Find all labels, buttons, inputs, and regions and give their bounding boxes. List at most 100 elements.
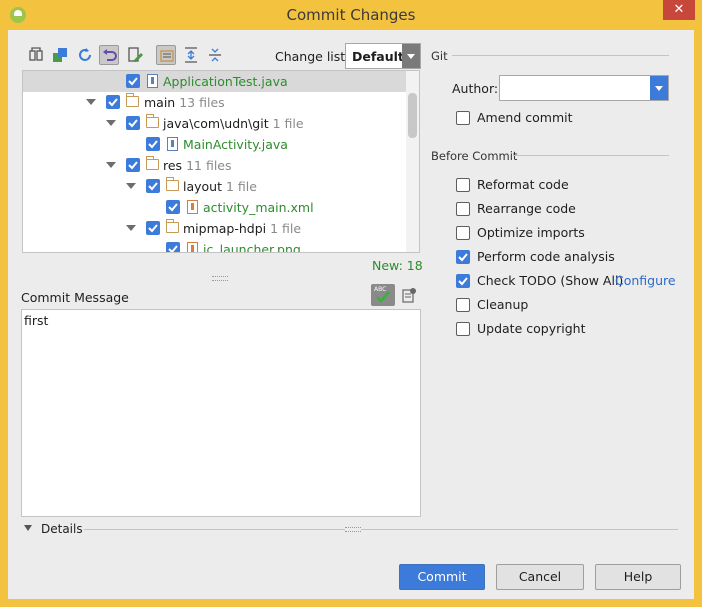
tree-row[interactable]: layout 1 file xyxy=(23,176,407,197)
tree-row[interactable]: mipmap-hdpi 1 file xyxy=(23,218,407,239)
option-label: Optimize imports xyxy=(477,225,585,240)
tree-row[interactable]: MainActivity.java xyxy=(23,134,407,155)
option-label: Reformat code xyxy=(477,177,569,192)
tree-row-label: main xyxy=(144,95,176,110)
java-file-icon xyxy=(147,74,158,88)
changed-files-tree[interactable]: ApplicationTest.java main 13 files java\… xyxy=(22,70,420,253)
spellcheck-button[interactable]: ABC xyxy=(371,284,395,306)
tree-row[interactable]: main 13 files xyxy=(23,92,407,113)
details-divider xyxy=(84,529,678,530)
checkbox-checked[interactable] xyxy=(146,221,160,235)
file-count: 13 files xyxy=(179,95,225,110)
before-commit-title: Before Commit xyxy=(431,149,518,163)
change-list-dropdown[interactable]: Default xyxy=(345,43,421,69)
group-by-directory-icon[interactable] xyxy=(156,45,176,65)
edit-source-icon[interactable] xyxy=(125,45,145,65)
checkbox-checked[interactable] xyxy=(166,242,180,252)
tree-row[interactable]: java\com\udn\git 1 file xyxy=(23,113,407,134)
tree-row-label: res xyxy=(163,158,183,173)
tree-row-label: layout xyxy=(183,179,223,194)
expand-arrow-icon[interactable] xyxy=(106,162,116,168)
checkbox[interactable] xyxy=(456,178,470,192)
tree-row[interactable]: ic_launcher.png xyxy=(23,239,407,253)
file-count: 1 file xyxy=(226,179,257,194)
option-label: Check TODO (Show All) xyxy=(477,273,624,288)
git-divider xyxy=(452,55,669,56)
checkbox-checked[interactable] xyxy=(106,95,120,109)
message-history-icon[interactable] xyxy=(401,287,417,303)
option-label: Rearrange code xyxy=(477,201,576,216)
tree-row-label: ApplicationTest.java xyxy=(163,74,288,89)
expand-all-icon[interactable] xyxy=(181,45,201,65)
tree-row-label: java\com\udn\git xyxy=(163,116,269,131)
expand-arrow-icon[interactable] xyxy=(126,183,136,189)
collapse-all-icon[interactable] xyxy=(205,45,225,65)
checkbox-checked[interactable] xyxy=(146,179,160,193)
amend-commit-label: Amend commit xyxy=(477,110,573,125)
diff-icon[interactable] xyxy=(26,45,46,65)
expand-arrow-icon[interactable] xyxy=(106,120,116,126)
rollback-icon[interactable] xyxy=(99,45,119,65)
file-count: 1 file xyxy=(270,221,302,236)
chevron-down-icon[interactable] xyxy=(650,76,668,100)
checkbox[interactable] xyxy=(456,226,470,240)
file-count: 1 file xyxy=(272,116,304,131)
chevron-down-icon[interactable] xyxy=(402,44,420,68)
file-count: 11 files xyxy=(186,158,232,173)
refresh-icon[interactable] xyxy=(75,45,95,65)
checkbox[interactable] xyxy=(456,111,470,125)
scrollbar-thumb[interactable] xyxy=(408,93,417,138)
folder-icon xyxy=(165,177,179,191)
folder-icon xyxy=(145,156,159,170)
check-icon xyxy=(376,291,390,303)
tree-row[interactable]: res 11 files xyxy=(23,155,407,176)
author-label: Author: xyxy=(452,81,499,96)
close-button[interactable]: ✕ xyxy=(663,0,695,20)
tree-row-label: ic_launcher.png xyxy=(203,242,301,253)
title-bar[interactable]: Commit Changes ✕ xyxy=(0,0,702,30)
checkbox-checked[interactable] xyxy=(126,158,140,172)
window-title: Commit Changes xyxy=(286,6,416,24)
folder-icon xyxy=(165,219,179,233)
before-commit-divider xyxy=(513,155,669,156)
image-file-icon xyxy=(187,242,198,252)
tree-row-label: mipmap-hdpi xyxy=(183,221,267,236)
details-expand-icon[interactable] xyxy=(24,525,32,531)
configure-link[interactable]: Configure xyxy=(615,273,676,288)
tree-row-label: MainActivity.java xyxy=(183,137,288,152)
new-files-count: New: 18 xyxy=(372,258,423,273)
commit-message-label: Commit Message xyxy=(21,290,129,305)
checkbox-checked[interactable] xyxy=(146,137,160,151)
option-label: Cleanup xyxy=(477,297,529,312)
cancel-button[interactable]: Cancel xyxy=(496,564,584,590)
checkbox-checked[interactable] xyxy=(456,250,470,264)
change-list-value: Default xyxy=(352,49,404,64)
option-label: Update copyright xyxy=(477,321,586,336)
details-toggle[interactable]: Details xyxy=(41,522,83,536)
tree-row[interactable]: activity_main.xml xyxy=(23,197,407,218)
tree-scrollbar[interactable] xyxy=(406,71,419,252)
checkbox[interactable] xyxy=(456,298,470,312)
expand-arrow-icon[interactable] xyxy=(86,99,96,105)
author-field[interactable] xyxy=(499,75,669,101)
tree-row[interactable]: ApplicationTest.java xyxy=(23,71,407,92)
tree-row-label: activity_main.xml xyxy=(203,200,314,215)
commit-message-input[interactable]: first xyxy=(21,309,421,517)
checkbox-checked[interactable] xyxy=(456,274,470,288)
expand-arrow-icon[interactable] xyxy=(126,225,136,231)
folder-icon xyxy=(145,114,159,128)
checkbox-checked[interactable] xyxy=(126,116,140,130)
folder-icon xyxy=(125,93,139,107)
checkbox[interactable] xyxy=(456,322,470,336)
splitter-handle[interactable] xyxy=(212,276,228,281)
help-button[interactable]: Help xyxy=(595,564,681,590)
xml-file-icon xyxy=(187,200,198,214)
checkbox-checked[interactable] xyxy=(126,74,140,88)
checkbox[interactable] xyxy=(456,202,470,216)
commit-message-text: first xyxy=(24,313,49,328)
move-icon[interactable] xyxy=(50,45,70,65)
commit-button[interactable]: Commit xyxy=(399,564,485,590)
java-file-icon xyxy=(167,137,178,151)
checkbox-checked[interactable] xyxy=(166,200,180,214)
details-splitter[interactable] xyxy=(345,527,361,532)
